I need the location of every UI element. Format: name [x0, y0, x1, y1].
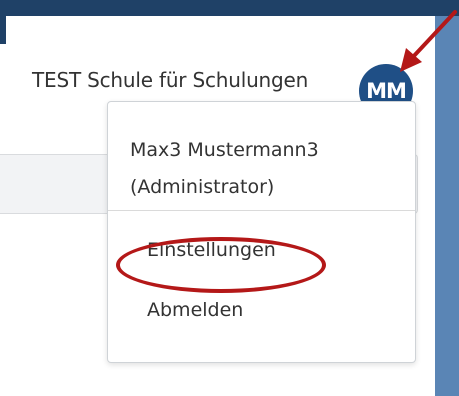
- nav-bar-edge: [0, 16, 6, 44]
- school-name: TEST Schule für Schulungen: [32, 68, 309, 92]
- user-info: Max3 Mustermann3 (Administrator): [130, 132, 400, 206]
- top-nav-bar: [0, 0, 459, 16]
- menu-item-logout[interactable]: Abmelden: [147, 299, 243, 321]
- user-role: (Administrator): [130, 176, 275, 198]
- menu-item-settings[interactable]: Einstellungen: [147, 239, 276, 261]
- user-dropdown-menu: Max3 Mustermann3 (Administrator) Einstel…: [107, 101, 416, 363]
- menu-divider: [108, 210, 415, 211]
- user-name: Max3 Mustermann3: [130, 139, 319, 161]
